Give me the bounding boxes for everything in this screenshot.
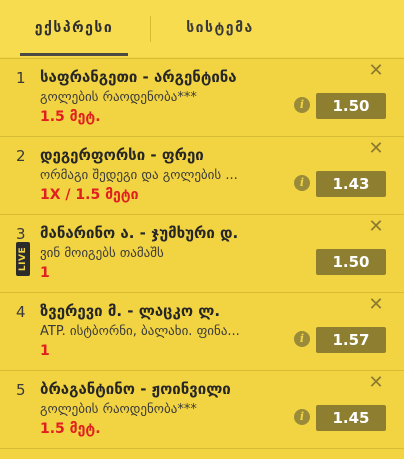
bet-pick: 1 [40, 265, 50, 281]
bet-row: 4 ზვერევი მ. - ლაცკო ლ. ATP. ისტბორნი, ბ… [0, 292, 404, 369]
bet-market: ვინ მოიგებს თამაშს [40, 246, 164, 261]
info-icon[interactable]: i [294, 175, 310, 191]
info-icon[interactable]: i [294, 97, 310, 113]
bet-market: ATP. ისტბორნი, ბალახი. ფინა... [40, 324, 240, 339]
tab-system[interactable]: სისტემა [178, 16, 262, 40]
bet-row: 2 დეგერფორსი - ფრეი ორმაგი შედეგი და გოლ… [0, 136, 404, 213]
close-icon[interactable]: ✕ [368, 140, 384, 158]
bet-event-title: დეგერფორსი - ფრეი [40, 146, 204, 164]
tab-express[interactable]: ექსპრესი [20, 16, 128, 40]
bet-event-title: მანარინო ა. - ჯუმხური დ. [40, 224, 239, 242]
active-tab-indicator [20, 53, 128, 56]
bet-event-title: ზვერევი მ. - ლაცკო ლ. [40, 302, 221, 320]
odds-button[interactable]: 1.43 [316, 171, 386, 197]
live-badge: LIVE [16, 242, 30, 276]
bet-pick: 1.5 მეტ. [40, 421, 101, 437]
odds-button[interactable]: 1.57 [316, 327, 386, 353]
odds-button[interactable]: 1.50 [316, 93, 386, 119]
bet-market: გოლების რაოდენობა*** [40, 90, 197, 105]
close-icon[interactable]: ✕ [368, 62, 384, 80]
bet-event-title: ბრაგანტინო - ჟოინვილი [40, 380, 231, 398]
tab-divider [150, 16, 151, 42]
bet-number: 3 [16, 225, 26, 243]
bet-market: გოლების რაოდენობა*** [40, 402, 197, 417]
bet-number: 2 [16, 147, 26, 165]
odds-button[interactable]: 1.50 [316, 249, 386, 275]
bet-pick: 1 [40, 343, 50, 359]
bet-number: 5 [16, 381, 26, 399]
bet-row: 5 ბრაგანტინო - ჟოინვილი გოლების რაოდენობ… [0, 370, 404, 447]
bet-pick: 1.5 მეტ. [40, 109, 101, 125]
bet-number: 4 [16, 303, 26, 321]
info-icon[interactable]: i [294, 331, 310, 347]
info-icon[interactable]: i [294, 409, 310, 425]
live-badge-label: LIVE [18, 246, 28, 272]
close-icon[interactable]: ✕ [368, 374, 384, 392]
bet-number: 1 [16, 69, 26, 87]
betslip-tabs: ექსპრესი სისტემა [0, 0, 404, 57]
bet-event-title: საფრანგეთი - არგენტინა [40, 68, 237, 86]
bet-pick: 1X / 1.5 მეტი [40, 187, 139, 203]
bet-market: ორმაგი შედეგი და გოლების ... [40, 168, 238, 183]
row-divider [0, 448, 404, 449]
bet-row: 3 LIVE მანარინო ა. - ჯუმხური დ. ვინ მოიგ… [0, 214, 404, 291]
close-icon[interactable]: ✕ [368, 218, 384, 236]
odds-button[interactable]: 1.45 [316, 405, 386, 431]
close-icon[interactable]: ✕ [368, 296, 384, 314]
bet-row: 1 საფრანგეთი - არგენტინა გოლების რაოდენო… [0, 58, 404, 135]
